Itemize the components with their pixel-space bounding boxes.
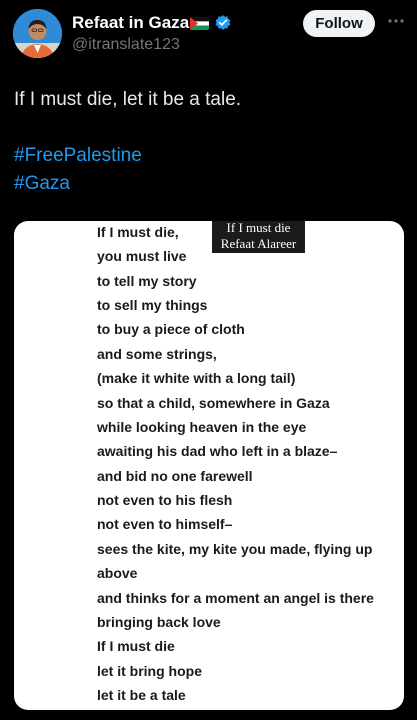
author-name[interactable]: Refaat in Gaza (72, 13, 189, 33)
more-horizontal-icon[interactable] (383, 10, 409, 32)
poem-line: let it bring hope (97, 663, 202, 679)
palestine-flag-icon (190, 17, 209, 30)
poem-line: sees the kite, my kite you made, flying … (97, 541, 373, 557)
follow-button[interactable]: Follow (303, 10, 375, 37)
poem-line: and thinks for a moment an angel is ther… (97, 590, 374, 606)
poem-line: so that a child, somewhere in Gaza (97, 395, 330, 411)
poem-line: bringing back love (97, 614, 221, 630)
tweet-media-image[interactable]: If I must die Refaat Alareer If I must d… (14, 221, 404, 710)
hashtag-link[interactable]: #Gaza (14, 173, 70, 195)
poem-line: to sell my things (97, 297, 208, 313)
avatar-image (13, 9, 62, 58)
poem-line: awaiting his dad who left in a blaze– (97, 443, 338, 459)
poem-line: above (97, 565, 138, 581)
poem-line: (make it white with a long tail) (97, 370, 296, 386)
poem-line: and bid no one farewell (97, 468, 253, 484)
tweet-text: If I must die, let it be a tale. (14, 89, 242, 110)
poem-line: you must live (97, 248, 187, 264)
poem-line: to buy a piece of cloth (97, 321, 245, 337)
poem-line: while looking heaven in the eye (97, 419, 307, 435)
author-handle[interactable]: @itranslate123 (72, 36, 180, 54)
verified-badge-icon (214, 14, 232, 32)
poem-line: not even to himself– (97, 516, 233, 532)
poem-line: If I must die (97, 638, 175, 654)
poem-line: and some strings, (97, 346, 217, 362)
caption-author: Refaat Alareer (220, 236, 297, 251)
poem-line: to tell my story (97, 273, 197, 289)
poem-line: not even to his flesh (97, 492, 233, 508)
caption-title: If I must die (226, 221, 291, 235)
image-caption: If I must die Refaat Alareer (212, 221, 305, 253)
hashtag-link[interactable]: #FreePalestine (14, 145, 142, 167)
poem-line: let it be a tale (97, 687, 186, 703)
poem-line: If I must die, (97, 224, 179, 240)
avatar[interactable] (13, 9, 62, 58)
